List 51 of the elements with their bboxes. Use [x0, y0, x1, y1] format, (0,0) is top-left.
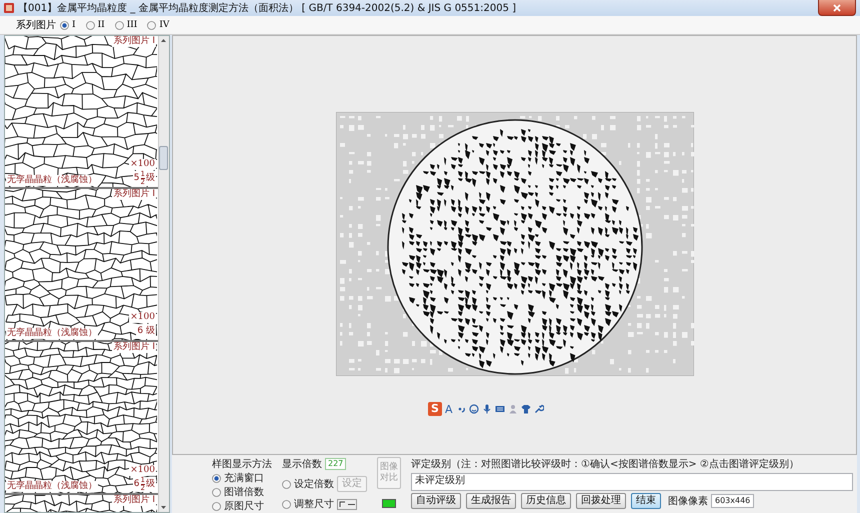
action-button[interactable]: 回拨处理 [576, 493, 626, 509]
scrollbar[interactable] [158, 36, 169, 512]
grade-label: 6 级 [136, 324, 156, 339]
window-title: 【001】金属平均晶粒度 _ 金属平均晶粒度测定方法（面积法） [ GB/T 6394-2002(5.2) & JIS G 0551:2005 ] [18, 2, 518, 15]
display-method-option[interactable]: 图谱倍数 [224, 485, 264, 499]
grain-caption: 无孪晶晶粒（浅腐蚀） [6, 481, 98, 492]
display-method-label: 样图显示方法 [212, 458, 272, 471]
grading-hint: 评定级别（注：对照图谱比较评级时：①确认<按图谱倍数显示> ②点击图谱评定级别） [411, 458, 800, 471]
action-button[interactable]: 生成报告 [466, 493, 516, 509]
display-method-option[interactable]: 原图尺寸 [224, 499, 264, 513]
magnification-label: 显示倍数 [282, 458, 322, 471]
radio-button[interactable] [282, 480, 291, 488]
ime-logo[interactable]: S [428, 402, 442, 416]
action-button[interactable]: 自动评级 [411, 493, 461, 509]
magnification-option[interactable]: 调整尺寸 [294, 497, 334, 511]
action-button[interactable]: 结束 [631, 493, 661, 509]
microphone-icon[interactable] [482, 404, 492, 414]
enlarge-icon[interactable] [338, 500, 347, 508]
series-option-label[interactable]: II [98, 20, 105, 30]
scroll-thumb[interactable] [159, 146, 168, 170]
shirt-icon[interactable] [520, 404, 531, 414]
radio-button[interactable] [60, 20, 69, 30]
display-method-option[interactable]: 充满窗口 [224, 471, 264, 485]
series-option-label[interactable]: I [72, 20, 76, 30]
pixel-size-field: 603x446 [711, 494, 754, 508]
radio-button[interactable] [86, 20, 95, 30]
radio-button[interactable] [147, 20, 156, 30]
grain-caption: 无孪晶晶粒（浅腐蚀） [6, 328, 98, 339]
radio-button[interactable] [212, 502, 221, 510]
grade-result-field[interactable]: 未评定级别 [411, 473, 853, 491]
keyboard-icon[interactable] [494, 404, 505, 414]
close-button[interactable] [818, 0, 856, 16]
wrench-icon[interactable] [534, 404, 544, 414]
magnification-label: ×100 [129, 465, 156, 476]
close-icon [833, 4, 841, 12]
radio-button[interactable] [212, 488, 221, 496]
radio-button[interactable] [282, 500, 291, 508]
series-option-label[interactable]: IV [159, 20, 170, 30]
series-label: 系列图片 [16, 18, 56, 32]
magnification-label: ×100 [129, 312, 156, 323]
radio-button[interactable] [114, 20, 124, 30]
radio-button[interactable] [212, 474, 221, 482]
app-icon [4, 3, 14, 13]
magnification-option[interactable]: 设定倍数 [294, 477, 334, 491]
smiley-icon[interactable] [468, 404, 479, 414]
magnification-label: ×100 [129, 159, 156, 170]
pixel-size-label: 图像像素 [668, 494, 708, 508]
ime-mode-button[interactable]: A [445, 402, 453, 416]
magnification-value: 227 [325, 458, 346, 470]
action-button[interactable]: 历史信息 [521, 493, 571, 509]
series-option-label[interactable]: III [126, 20, 138, 30]
